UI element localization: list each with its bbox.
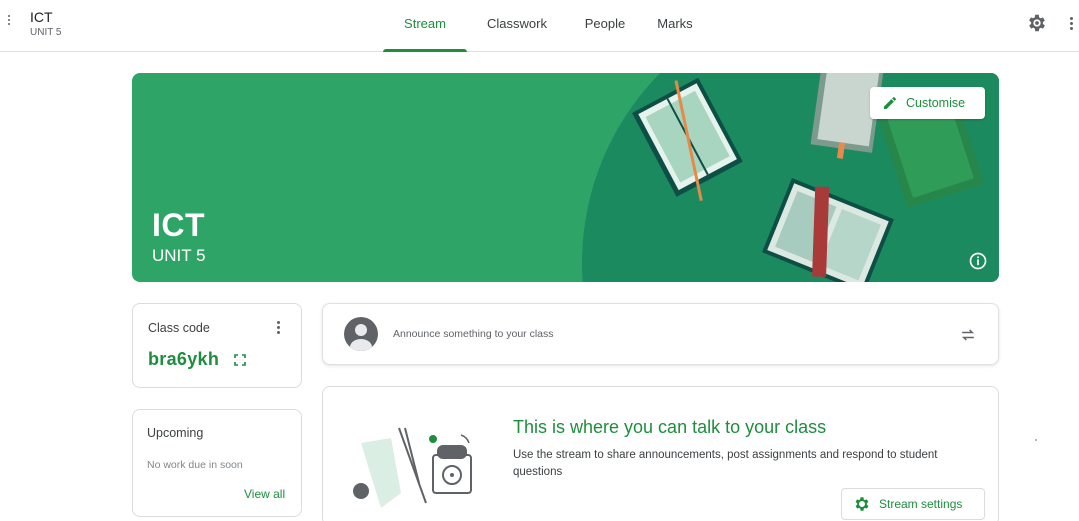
stream-settings-label: Stream settings: [879, 497, 963, 511]
stream-intro-title: This is where you can talk to your class: [513, 417, 827, 437]
stream-intro-description: Use the stream to share announcements, p…: [513, 449, 938, 478]
tab-marks-label: Marks: [657, 16, 693, 31]
tab-classwork-label: Classwork: [487, 16, 547, 31]
main-menu-icon[interactable]: [6, 13, 12, 29]
tab-stream[interactable]: Stream: [383, 0, 467, 52]
upcoming-card: Upcoming No work due in soon View all: [132, 409, 302, 517]
active-tab-indicator: [383, 49, 467, 52]
gear-icon[interactable]: [1026, 12, 1048, 34]
tab-bar: Stream Classwork People Marks: [383, 0, 707, 52]
customise-button[interactable]: Customise: [870, 87, 985, 119]
banner-class-section: UNIT 5: [152, 246, 206, 265]
repost-icon[interactable]: [958, 325, 978, 345]
class-code-value: bra6ykh: [148, 349, 220, 369]
class-code-card: Class code bra6ykh: [132, 303, 302, 388]
announce-box[interactable]: Announce something to your class: [322, 303, 999, 365]
avatar-person-icon: [350, 324, 372, 351]
announce-placeholder[interactable]: Announce something to your class: [393, 328, 554, 340]
class-code-label: Class code: [148, 321, 210, 335]
upcoming-title: Upcoming: [147, 426, 204, 440]
customise-label: Customise: [906, 96, 966, 110]
class-title[interactable]: ICT: [30, 9, 53, 25]
banner-illustration: [582, 73, 999, 282]
banner-class-title: ICT: [152, 207, 206, 243]
top-app-bar: ICT UNIT 5 Stream Classwork People Marks: [0, 0, 1079, 52]
tab-people[interactable]: People: [567, 0, 643, 52]
class-section: UNIT 5: [30, 27, 62, 38]
pencil-icon: [884, 97, 896, 109]
gear-icon: [855, 497, 869, 511]
view-all-link[interactable]: View all: [244, 487, 285, 501]
tab-marks[interactable]: Marks: [643, 0, 707, 52]
tab-classwork[interactable]: Classwork: [467, 0, 567, 52]
upcoming-empty-text: No work due in soon: [147, 459, 243, 471]
stream-illustration: [353, 427, 472, 508]
class-code-menu-icon[interactable]: [273, 319, 283, 337]
info-icon[interactable]: [968, 251, 988, 271]
tab-stream-label: Stream: [404, 16, 446, 31]
stream-settings-button[interactable]: Stream settings: [841, 488, 985, 520]
tab-people-label: People: [584, 16, 626, 31]
avatar[interactable]: [344, 317, 378, 351]
kebab-menu-icon[interactable]: [1068, 15, 1074, 33]
class-banner: ICT UNIT 5 Customise: [132, 73, 999, 282]
decorative-dot: [1035, 439, 1037, 441]
stream-intro-card: This is where you can talk to your class…: [322, 386, 999, 521]
fullscreen-icon[interactable]: [234, 354, 246, 366]
